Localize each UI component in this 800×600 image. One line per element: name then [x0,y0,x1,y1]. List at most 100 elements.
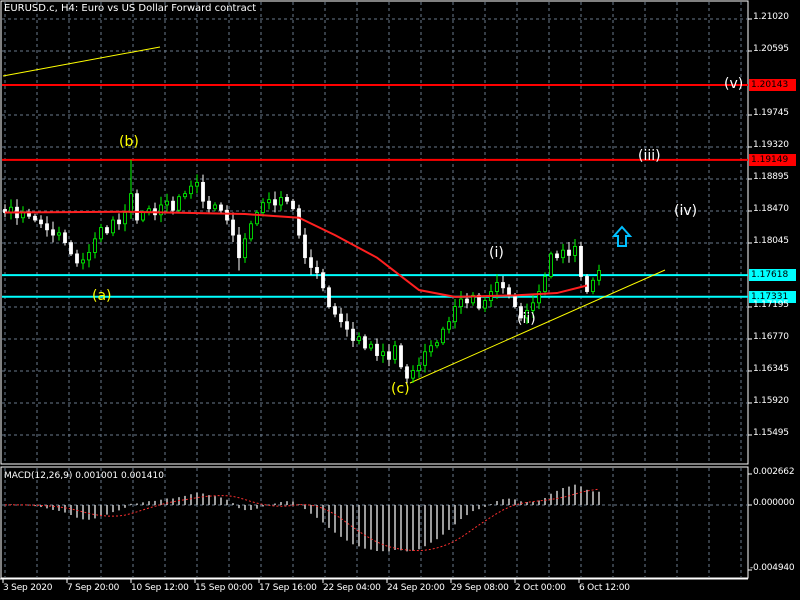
price-level-tag: 1.20143 [749,79,796,92]
candle-body [321,272,325,289]
price-tick-label: 1.20595 [753,43,789,54]
candle-body [171,200,175,211]
price-tick-label: 1.16770 [753,331,789,342]
candle-body [597,270,601,281]
candle-body [531,302,535,311]
candle-body [243,238,247,259]
time-tick-label: 3 Sep 2020 [3,583,53,593]
candle-body [63,232,67,244]
candle-body [429,345,433,353]
candle-body [261,202,265,213]
candle-body [549,253,553,277]
candle-body [495,282,499,292]
candle-body [591,279,595,292]
wave-label: (a) [92,288,112,304]
wave-label: (b) [119,134,139,150]
candle-body [465,298,469,304]
wave-label: (v) [724,76,744,92]
price-tick-label: 1.18045 [753,235,789,246]
candle-body [237,234,241,259]
price-tick-label: 1.18470 [753,203,789,214]
candle-body [279,197,283,206]
candle-body [411,370,415,379]
candle-body [273,199,277,206]
time-tick-label: 10 Sep 12:00 [131,583,189,593]
candle-body [483,300,487,309]
candle-body [579,245,583,277]
time-tick-label: 15 Sep 00:00 [195,583,253,593]
price-tick-label: 1.15495 [753,427,789,438]
candle-body [381,351,385,356]
candle-body [285,197,289,202]
time-tick-label: 7 Sep 20:00 [67,583,120,593]
macd-tick-label: 0.002662 [753,467,795,477]
candle-body [249,223,253,240]
candle-body [501,282,505,289]
candle-body [195,181,199,187]
macd-panel-frame [0,466,749,579]
price-tick-label: 1.19320 [753,139,789,150]
wave-label: (iv) [674,203,698,219]
candle-body [291,200,295,210]
price-tick-label: 1.17195 [753,299,789,310]
candle-body [309,257,313,268]
candle-body [111,219,115,234]
candle-body [189,185,193,195]
candle-body [435,342,439,347]
time-tick-label: 17 Sep 16:00 [259,583,317,593]
candle-body [333,306,337,315]
macd-tick-label: 0.000000 [753,498,795,508]
candle-body [357,336,361,341]
candle-body [375,343,379,356]
candle-body [561,249,565,259]
candle-body [129,193,133,213]
candle-body [141,212,145,221]
candle-body [459,298,463,308]
macd-signal-line [4,488,600,552]
candle-body [87,251,91,261]
candle-body [33,215,37,221]
candle-body [207,200,211,210]
candle-body [351,328,355,341]
candle-body [303,234,307,259]
candle-body [405,366,409,379]
candle-body [201,181,205,202]
candle-body [513,294,517,308]
candle-body [81,259,85,264]
wave-label: (c) [391,381,410,397]
price-chart[interactable] [0,0,800,600]
time-tick-label: 22 Sep 04:00 [323,583,381,593]
candle-body [51,229,55,236]
time-tick-label: 6 Oct 12:00 [579,583,630,593]
candle-body [39,219,43,225]
candle-body [447,321,451,330]
time-tick-label: 29 Sep 08:00 [451,583,509,593]
candle-body [453,306,457,323]
time-tick-label: 24 Sep 20:00 [387,583,445,593]
candle-body [297,208,301,236]
time-tick-label: 2 Oct 00:00 [515,583,566,593]
candle-body [105,227,109,234]
candle-body [93,238,97,253]
candle-body [231,219,235,236]
candle-body [423,351,427,366]
macd-label: MACD(12,26,9) 0.001001 0.001410 [4,471,164,481]
macd-tick-label: -0.004940 [750,563,795,573]
wave-label: (ii) [517,311,536,327]
price-tick-label: 1.21020 [753,12,789,22]
candle-body [219,204,223,211]
candle-body [183,193,187,198]
wave-label: (iii) [638,148,661,164]
candle-body [417,364,421,372]
candle-body [507,287,511,296]
candle-body [57,232,61,236]
candle-body [573,245,577,256]
candle-body [213,204,217,210]
candle-body [99,227,103,240]
candle-body [69,242,73,255]
candle-body [555,253,559,259]
price-tick-label: 1.16345 [753,363,789,374]
candle-body [441,328,445,344]
candle-body [543,276,547,292]
candle-body [117,219,121,225]
